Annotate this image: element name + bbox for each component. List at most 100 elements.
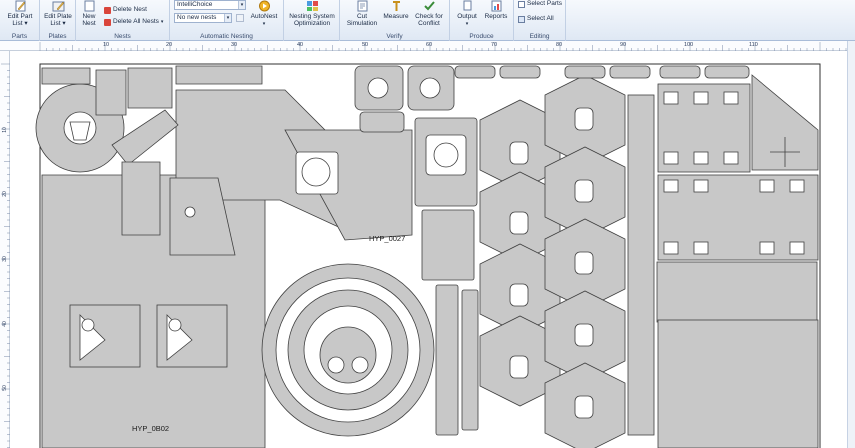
- ruler-label: 30: [231, 42, 238, 48]
- nested-part[interactable]: [544, 74, 626, 448]
- plates-group-label: Plates: [48, 33, 67, 40]
- output-icon: [463, 0, 471, 11]
- cut-simulation-button[interactable]: Cut Simulation: [344, 0, 380, 27]
- output-label: Output: [457, 13, 477, 20]
- edit-plate-icon: [52, 1, 64, 12]
- output-button[interactable]: Output ▾: [454, 0, 480, 28]
- select-parts-button[interactable]: Select Parts: [518, 0, 562, 8]
- new-nests-select[interactable]: No new nests ▾: [174, 13, 232, 23]
- reports-label: Reports: [484, 13, 508, 20]
- automatic-nesting-label: Automatic Nesting: [200, 33, 253, 40]
- select-parts-label: Select Parts: [527, 0, 563, 7]
- vertical-scrollbar[interactable]: [847, 41, 855, 448]
- ruler-label: 70: [491, 42, 498, 48]
- measure-button[interactable]: Measure: [382, 0, 410, 20]
- nested-part[interactable]: [95, 69, 127, 116]
- nested-part[interactable]: [657, 319, 819, 448]
- check-sub: Conflict: [418, 20, 440, 27]
- measure-icon: [392, 1, 400, 11]
- ruler-label: 90: [620, 42, 627, 48]
- nesting-strategy-select[interactable]: IntelliChoice ▾: [174, 0, 246, 10]
- nested-part[interactable]: [175, 65, 263, 85]
- autonest-button[interactable]: AutoNest ▾: [248, 0, 280, 28]
- nest-canvas[interactable]: .p { fill: #c8c8c8; stroke: #404040; str…: [10, 51, 855, 448]
- ruler-label: 100: [684, 42, 694, 48]
- nests-group: New Nest Delete Nest Delete All Nests ▾ …: [76, 0, 170, 41]
- edit-plate-label: Edit Plate: [44, 13, 72, 20]
- chevron-down-icon: ▾: [160, 19, 164, 25]
- nests-group-label: Nests: [114, 33, 131, 40]
- ruler-label: 10: [103, 42, 110, 48]
- ruler-label: 50: [362, 42, 369, 48]
- ruler-label: 40: [297, 42, 304, 48]
- simulation-icon: [357, 0, 367, 12]
- nest-sheet[interactable]: .p { fill: #c8c8c8; stroke: #404040; str…: [10, 51, 855, 448]
- nested-part[interactable]: [127, 67, 173, 109]
- optimization-label: Nesting System: [289, 13, 335, 20]
- ruler-label: 30: [1, 256, 8, 262]
- new-nest-button[interactable]: New Nest: [79, 0, 99, 27]
- check-label: Check for: [415, 13, 443, 20]
- select-all-icon: [518, 15, 525, 23]
- produce-group-label: Produce: [469, 33, 494, 40]
- ruler-label: 110: [749, 42, 758, 48]
- optimization-sub: Optimization: [293, 20, 331, 27]
- delete-all-nests-label: Delete All Nests: [113, 18, 159, 25]
- nested-part[interactable]: [261, 263, 435, 437]
- chevron-down-icon: ▾: [465, 21, 469, 27]
- nested-part[interactable]: [121, 161, 161, 236]
- horizontal-ruler: 10 20 30 40 50 60 70 80 90 100 110: [0, 41, 855, 51]
- delete-nest-label: Delete Nest: [113, 6, 147, 13]
- delete-nest-icon: [104, 6, 111, 14]
- optimization-group: Nesting System Optimization: [284, 0, 340, 41]
- edit-part-sub: List ▾: [12, 20, 28, 27]
- delete-all-nests-button[interactable]: Delete All Nests ▾: [104, 18, 163, 26]
- chevron-down-icon: ▾: [224, 14, 231, 22]
- chevron-down-icon: ▾: [238, 1, 245, 9]
- nest-options-icon[interactable]: [236, 14, 244, 22]
- nesting-strategy-value: IntelliChoice: [177, 1, 213, 8]
- check-for-conflict-button[interactable]: Check for Conflict: [412, 0, 446, 27]
- select-parts-icon: [518, 0, 525, 8]
- optimization-icon: [306, 1, 318, 11]
- edit-part-list-button[interactable]: Edit Part List ▾: [3, 0, 37, 27]
- ruler-label: 80: [556, 42, 563, 48]
- select-all-label: Select All: [527, 15, 554, 22]
- parts-group-label: Parts: [11, 33, 28, 40]
- select-all-button[interactable]: Select All: [518, 15, 554, 23]
- reports-button[interactable]: Reports: [482, 0, 510, 20]
- play-icon: [258, 0, 270, 12]
- edit-part-label: Edit Part: [7, 13, 33, 20]
- edit-plate-list-button[interactable]: Edit Plate List ▾: [42, 0, 74, 27]
- ruler-label: 60: [426, 42, 433, 48]
- ruler-label: 10: [1, 127, 8, 133]
- edit-plate-sub: List ▾: [50, 20, 66, 27]
- produce-group: Output ▾ Reports Produce: [450, 0, 514, 41]
- autonest-label: AutoNest: [250, 13, 278, 20]
- editing-group-label: Editing: [529, 33, 550, 40]
- new-nests-value: No new nests: [177, 14, 217, 21]
- nested-part[interactable]: [41, 67, 91, 85]
- verify-group: Cut Simulation Measure Check for Conflic…: [340, 0, 450, 41]
- parts-group: Edit Part List ▾ Parts: [0, 0, 40, 41]
- delete-nest-button[interactable]: Delete Nest: [104, 6, 147, 14]
- edit-part-icon: [15, 0, 25, 12]
- ruler-label: 50: [1, 385, 8, 391]
- plates-group: Edit Plate List ▾ Plates: [40, 0, 76, 41]
- cut-sub: Simulation: [346, 20, 378, 27]
- measure-label: Measure: [383, 13, 409, 20]
- part-label: HYP_0B02: [132, 424, 169, 433]
- check-icon: [423, 1, 435, 11]
- ruler-label: 40: [1, 321, 8, 327]
- chevron-down-icon: ▾: [262, 21, 266, 27]
- new-nest-sub: Nest: [82, 20, 96, 27]
- editing-group: Select Parts Select All Editing: [514, 0, 566, 41]
- nesting-system-optimization-button[interactable]: Nesting System Optimization: [286, 0, 338, 27]
- reports-icon: [491, 0, 501, 12]
- ribbon: Edit Part List ▾ Parts Edit Plate List ▾…: [0, 0, 855, 41]
- automatic-nesting-group: IntelliChoice ▾ No new nests ▾ AutoNest …: [170, 0, 284, 41]
- nested-part[interactable]: [414, 117, 478, 207]
- delete-all-nests-icon: [104, 18, 111, 26]
- new-nest-icon: [84, 0, 94, 12]
- ruler-label: 20: [1, 191, 8, 197]
